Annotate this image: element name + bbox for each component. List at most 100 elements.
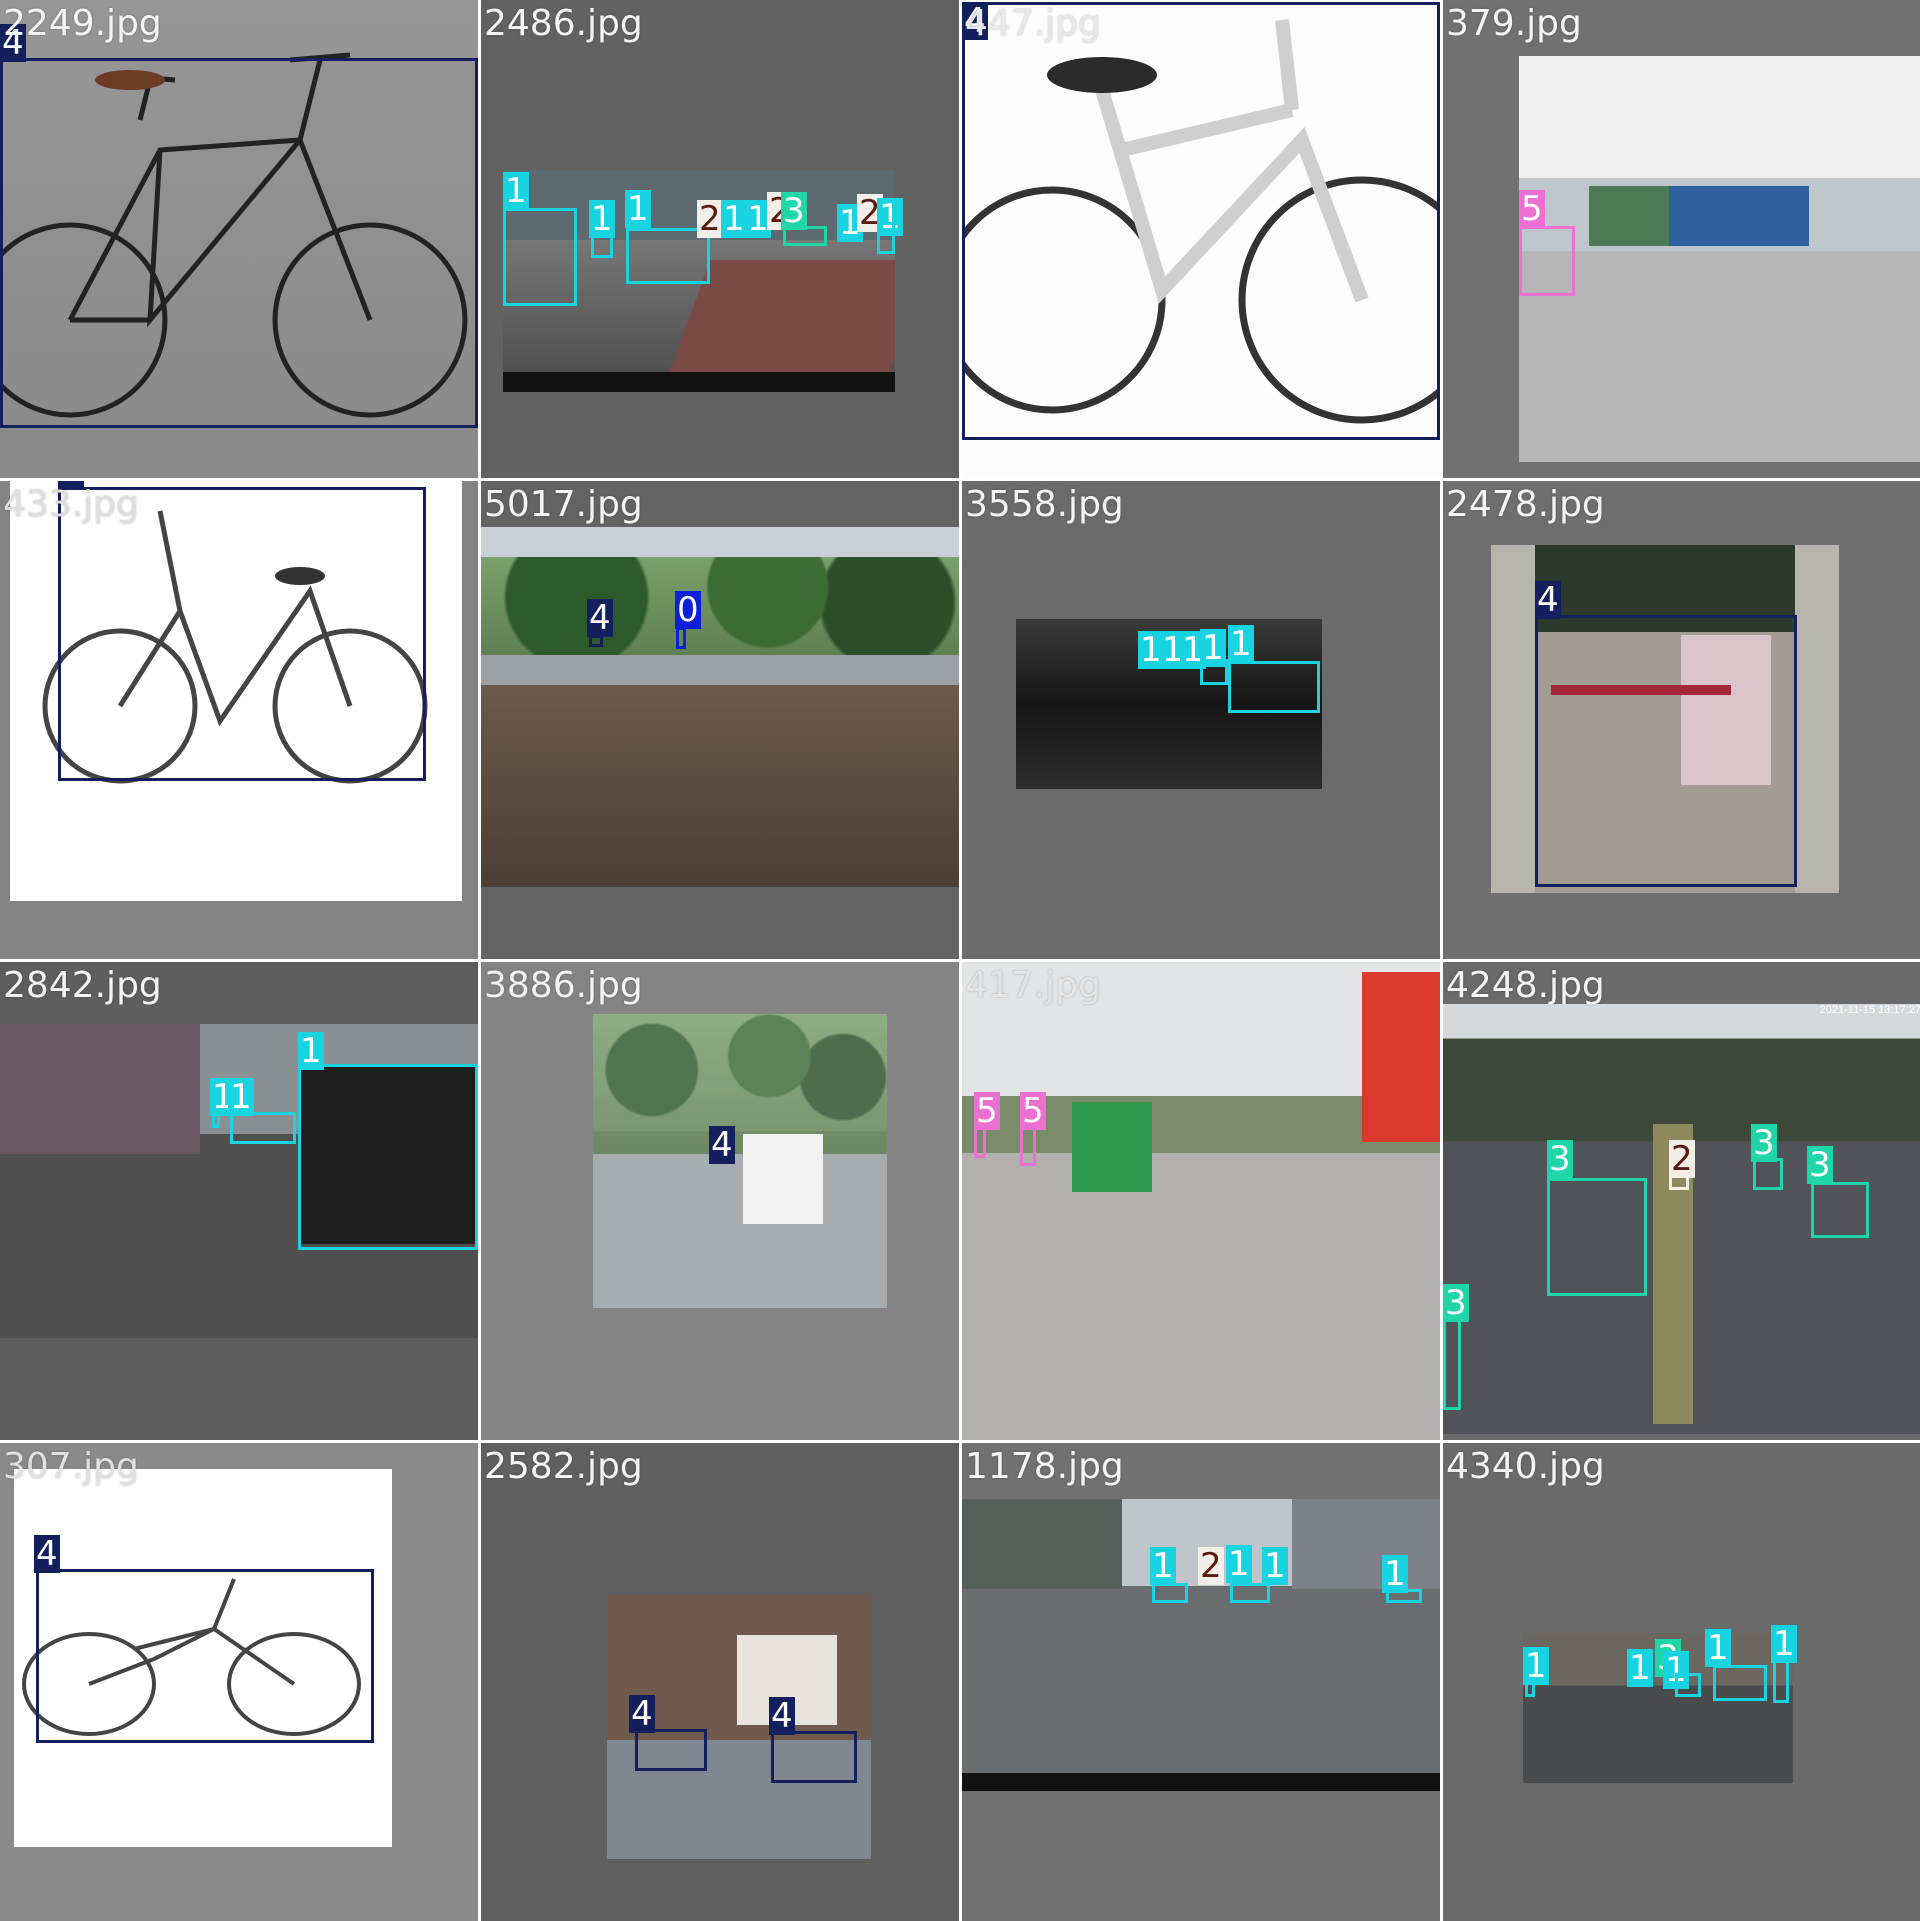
park-photo: [481, 527, 959, 887]
class-label: 1: [228, 1077, 254, 1117]
tile-filename: 1178.jpg: [965, 1446, 1124, 1487]
tile-2842: 1 1 1 2842.jpg: [0, 962, 478, 1440]
detection-box: [1675, 1673, 1701, 1697]
detection-box: [1547, 1178, 1647, 1296]
tile-447: 4 447.jpg: [962, 0, 1440, 478]
detection-box: [771, 1731, 857, 1783]
class-label: 1: [1262, 1546, 1288, 1586]
tile-2486: 1 1 1 2 1 1 2 3 1 2 1 2486.jpg: [481, 0, 959, 478]
class-label: 3: [781, 191, 807, 231]
detection-box: [1200, 659, 1228, 685]
detection-box: [783, 226, 827, 246]
class-label: 1: [1228, 624, 1254, 664]
class-label: 3: [1751, 1123, 1777, 1163]
tile-filename: 433.jpg: [3, 484, 139, 525]
class-label: 4: [587, 598, 613, 638]
class-label: 5: [1020, 1091, 1046, 1131]
class-label: 5: [1519, 189, 1545, 229]
class-label: 0: [675, 590, 701, 630]
detection-box: [1713, 1665, 1767, 1701]
tile-1178: 1 2 1 1 1 1178.jpg: [962, 1443, 1440, 1921]
buildings-right: [1292, 1499, 1440, 1589]
tile-2478: 4 2478.jpg: [1443, 481, 1920, 959]
class-label: 1: [503, 171, 529, 211]
detection-box: [1443, 1318, 1461, 1410]
tile-2249: 4 2249.jpg: [0, 0, 478, 478]
street-photo: [1519, 56, 1920, 462]
detection-box: [0, 58, 478, 428]
detection-box: [1228, 661, 1320, 713]
tile-filename: 379.jpg: [1446, 3, 1582, 44]
road: [481, 655, 959, 685]
tile-433: 4 433.jpg: [0, 481, 478, 959]
shops: [0, 1024, 200, 1154]
street-photo: [593, 1014, 887, 1308]
class-label: 1: [625, 189, 651, 229]
red-bus: [1362, 972, 1440, 1142]
tile-307: 4 307.jpg: [0, 1443, 478, 1921]
detection-box: [1230, 1583, 1270, 1603]
street-photo: [962, 962, 1440, 1440]
tile-filename: 2582.jpg: [484, 1446, 643, 1487]
tile-filename: 5017.jpg: [484, 484, 643, 525]
tile-filename: 3886.jpg: [484, 965, 643, 1006]
detection-box: [635, 1729, 707, 1771]
tile-3886: 4 3886.jpg: [481, 962, 959, 1440]
class-label: 1: [721, 199, 747, 239]
class-label: 1: [1771, 1624, 1797, 1664]
class-label: 1: [1627, 1648, 1653, 1688]
trees: [593, 1014, 887, 1154]
detection-box: [589, 635, 603, 647]
tile-filename: 2249.jpg: [3, 3, 162, 44]
dashboard: [962, 1773, 1440, 1791]
class-label: 4: [1535, 580, 1561, 620]
tile-filename: 3558.jpg: [965, 484, 1124, 525]
class-label: 4: [629, 1694, 655, 1734]
class-label: 3: [1443, 1283, 1469, 1323]
detection-box: [1669, 1174, 1689, 1190]
tile-filename: 2478.jpg: [1446, 484, 1605, 525]
tile-5017: 4 0 5017.jpg: [481, 481, 959, 959]
grid-divider: [0, 1440, 1920, 1443]
detection-box: [230, 1112, 296, 1144]
tile-filename: 447.jpg: [965, 3, 1101, 44]
tile-417: 5 5 417.jpg: [962, 962, 1440, 1440]
class-label: 1: [1705, 1628, 1731, 1668]
grid-divider: [0, 959, 1920, 962]
class-label: 3: [1547, 1139, 1573, 1179]
truck: [1669, 186, 1809, 246]
class-label: 2: [697, 199, 723, 239]
tile-filename: 307.jpg: [3, 1446, 139, 1487]
dashboard: [503, 372, 895, 392]
detection-box: [1519, 226, 1575, 296]
class-label: 1: [589, 199, 615, 239]
detection-box: [974, 1126, 986, 1158]
buildings-left: [962, 1499, 1122, 1589]
tile-filename: 417.jpg: [965, 965, 1101, 1006]
class-label: 2: [1669, 1139, 1695, 1179]
detection-box: [36, 1569, 374, 1743]
street-photo: [962, 1499, 1440, 1789]
timestamp-text: 2021-11-15 13:17:27: [1819, 1004, 1920, 1016]
soil: [481, 685, 959, 887]
tile-4340: 1 1 3 1 1 1 4340.jpg: [1443, 1443, 1920, 1921]
class-label: 4: [34, 1534, 60, 1574]
class-label: 1: [1150, 1546, 1176, 1586]
tile-filename: 4248.jpg: [1446, 965, 1605, 1006]
tile-filename: 2842.jpg: [3, 965, 162, 1006]
class-label: 1: [1523, 1646, 1549, 1686]
class-label: 1: [1226, 1544, 1252, 1584]
detection-box: [1773, 1659, 1789, 1703]
detection-box: [877, 222, 895, 254]
detection-box: [58, 487, 426, 781]
detection-box: [1020, 1126, 1036, 1166]
tile-filename: 2486.jpg: [484, 3, 643, 44]
detection-box: [962, 2, 1440, 440]
detection-box: [298, 1064, 478, 1250]
class-label: 4: [709, 1125, 735, 1165]
trees: [481, 557, 959, 657]
tile-379: 5 379.jpg: [1443, 0, 1920, 478]
detection-box: [1811, 1182, 1869, 1238]
tile-4248: 2021-11-15 13:17:27 3 2 3 3 3 4248.jpg: [1443, 962, 1920, 1440]
class-label: 1: [1382, 1554, 1408, 1594]
